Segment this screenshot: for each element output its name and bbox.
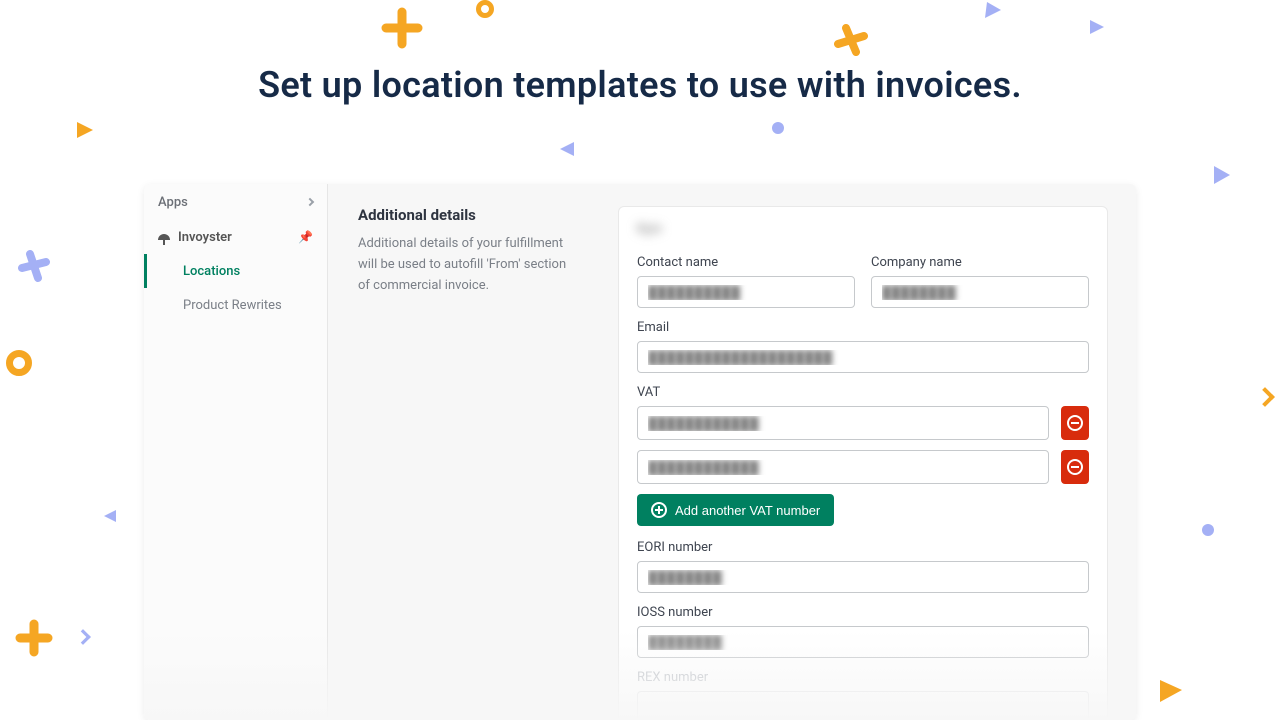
ioss-input[interactable] — [637, 626, 1089, 658]
triangle-icon — [982, 0, 1004, 22]
rex-label: REX number — [637, 670, 1089, 685]
app-window: Apps Invoyster 📌 Locations Product Rewri… — [144, 184, 1136, 720]
email-input[interactable] — [637, 341, 1089, 373]
add-vat-label: Add another VAT number — [675, 503, 820, 518]
plus-icon — [380, 6, 424, 50]
vat-input[interactable] — [637, 406, 1049, 440]
pin-icon[interactable]: 📌 — [298, 230, 313, 244]
sidebar-item-product-rewrites[interactable]: Product Rewrites — [144, 288, 327, 322]
triangle-icon — [1210, 164, 1232, 186]
triangle-icon — [1156, 676, 1186, 706]
circle-icon — [6, 350, 32, 376]
sidebar-app-invoyster[interactable]: Invoyster 📌 — [144, 220, 327, 254]
triangle-icon — [558, 140, 576, 158]
app-icon — [158, 234, 170, 240]
chevron-right-icon — [306, 198, 314, 206]
plus-icon — [14, 618, 54, 658]
vat-row — [637, 450, 1089, 484]
triangle-icon — [102, 508, 118, 524]
section-text: Additional details of your fulfillment w… — [358, 234, 578, 296]
field-email: Email — [637, 320, 1089, 373]
form-card: Kyiv Contact name Company name Email VAT — [618, 206, 1108, 720]
field-rex: REX number — [637, 670, 1089, 720]
sidebar-apps-header[interactable]: Apps — [144, 184, 327, 220]
chevron-right-icon — [75, 629, 91, 645]
main-content: Additional details Additional details of… — [328, 184, 1136, 720]
field-vat: VAT Add another VAT number — [637, 385, 1089, 526]
field-company-name: Company name — [871, 255, 1089, 308]
dot-icon — [1202, 524, 1214, 536]
ioss-label: IOSS number — [637, 605, 1089, 620]
email-label: Email — [637, 320, 1089, 335]
minus-circle-icon — [1067, 415, 1083, 431]
eori-label: EORI number — [637, 540, 1089, 555]
dot-icon — [772, 122, 784, 134]
remove-vat-button[interactable] — [1061, 450, 1089, 484]
field-ioss: IOSS number — [637, 605, 1089, 658]
circle-icon — [476, 0, 494, 18]
section-title: Additional details — [358, 206, 578, 224]
contact-name-label: Contact name — [637, 255, 855, 270]
triangle-icon — [1088, 18, 1106, 36]
eori-input[interactable] — [637, 561, 1089, 593]
sidebar-item-label: Product Rewrites — [183, 298, 282, 313]
plus-circle-icon — [651, 502, 667, 518]
triangle-icon — [75, 120, 95, 140]
remove-vat-button[interactable] — [1061, 406, 1089, 440]
contact-name-input[interactable] — [637, 276, 855, 308]
sidebar-item-locations[interactable]: Locations — [144, 254, 327, 288]
minus-circle-icon — [1067, 459, 1083, 475]
apps-label: Apps — [158, 195, 188, 210]
vat-input[interactable] — [637, 450, 1049, 484]
page-headline: Set up location templates to use with in… — [0, 64, 1280, 106]
app-label: Invoyster — [178, 230, 232, 245]
sidebar-item-label: Locations — [183, 264, 240, 279]
add-vat-button[interactable]: Add another VAT number — [637, 494, 834, 526]
company-name-label: Company name — [871, 255, 1089, 270]
company-name-input[interactable] — [871, 276, 1089, 308]
field-contact-name: Contact name — [637, 255, 855, 308]
card-header-blur: Kyiv — [637, 221, 1089, 237]
section-description: Additional details Additional details of… — [358, 206, 578, 720]
vat-row — [637, 406, 1089, 440]
plus-icon — [18, 250, 52, 284]
plus-icon — [834, 24, 868, 58]
vat-label: VAT — [637, 385, 1089, 400]
sidebar: Apps Invoyster 📌 Locations Product Rewri… — [144, 184, 328, 720]
chevron-right-icon — [1255, 387, 1275, 407]
rex-input[interactable] — [637, 691, 1089, 720]
field-eori: EORI number — [637, 540, 1089, 593]
